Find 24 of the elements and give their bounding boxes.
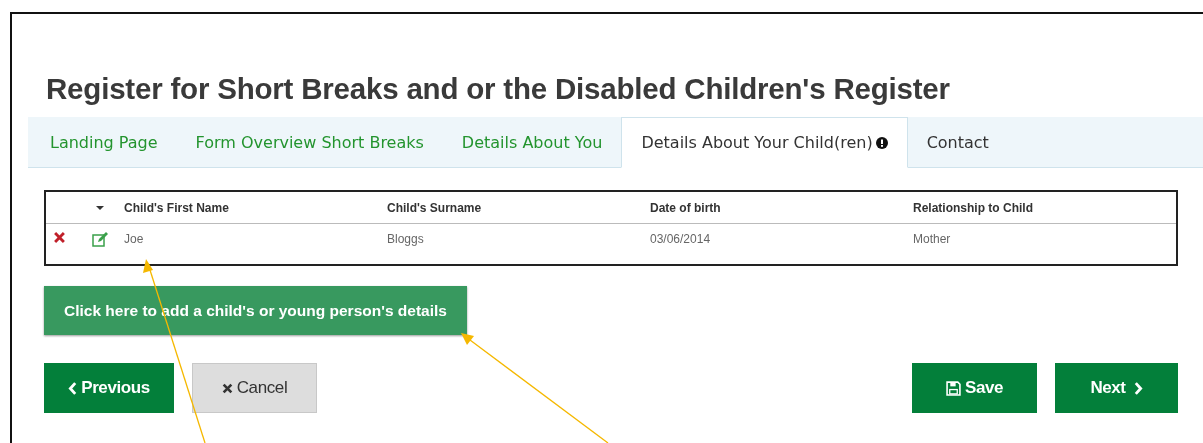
delete-icon[interactable] <box>54 232 65 243</box>
tab[interactable]: Form Overview Short Breaks <box>176 117 443 168</box>
table-cell-text: Bloggs <box>387 232 425 246</box>
chevron-left-icon <box>68 381 78 395</box>
previous-button[interactable]: Previous <box>44 363 174 413</box>
close-icon <box>221 382 233 394</box>
save-button[interactable]: Save <box>912 363 1037 413</box>
sort-caret-icon[interactable] <box>96 205 104 210</box>
next-button[interactable]: Next <box>1055 363 1178 413</box>
table-cell-text: Mother <box>913 232 952 246</box>
tab[interactable]: Contact <box>907 117 1008 168</box>
edit-icon[interactable] <box>92 232 108 248</box>
tab[interactable]: Details About Your Child(ren) <box>621 117 908 168</box>
page-title: Register for Short Breaks and or the Disabled Children's Register <box>46 72 951 106</box>
table-cell-text: 03/06/2014 <box>650 232 712 246</box>
column-header: Date of birth <box>650 200 722 215</box>
column-header: Child's First Name <box>124 200 230 215</box>
column-header: Child's Surname <box>387 200 483 215</box>
table-cell-text: Joe <box>124 232 145 246</box>
column-header: Relationship to Child <box>913 200 1034 215</box>
tab[interactable]: Details About You <box>442 117 622 168</box>
cancel-button[interactable]: Cancel <box>192 363 317 413</box>
chevron-right-icon <box>1133 381 1143 395</box>
tab[interactable]: Landing Page <box>31 117 177 168</box>
